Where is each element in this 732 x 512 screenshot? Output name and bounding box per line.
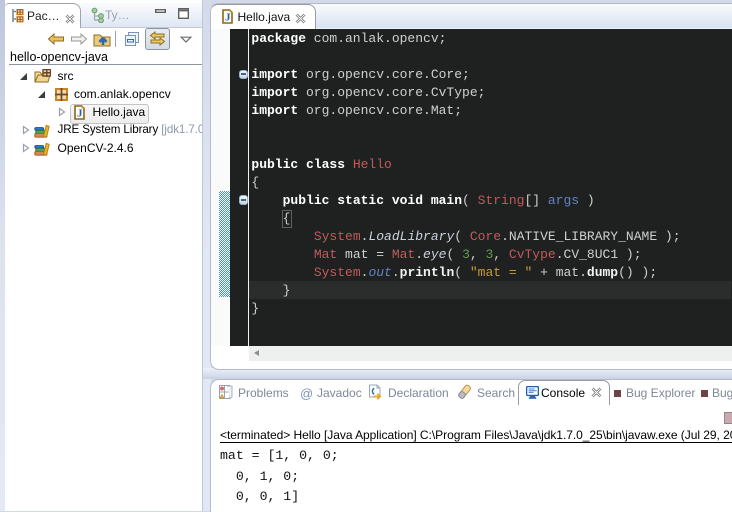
svg-text:J: J [225,12,231,24]
svg-text:J: J [77,107,83,119]
